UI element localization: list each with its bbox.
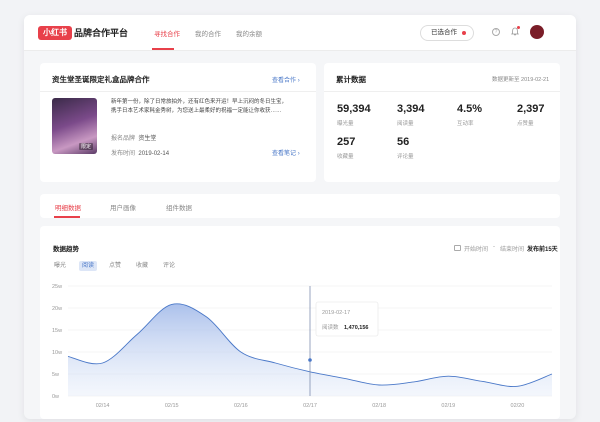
- y-tick-label: 20w: [52, 306, 62, 312]
- tab-component-data[interactable]: 组件数据: [166, 202, 192, 212]
- brand-meta: 报名品牌 资生堂: [111, 133, 156, 142]
- view-cooperation-label: 查看合作: [272, 78, 297, 84]
- publish-time-value: 2019-02-14: [138, 151, 170, 157]
- stats-title: 累计数据: [336, 75, 366, 84]
- trend-chart-card: 数据趋势 开始时间 - 结束时间 发布前15天 曝光 阅读 点赞 收藏 评论 0…: [40, 226, 560, 419]
- y-tick-label: 15w: [52, 328, 62, 334]
- selected-cooperation-button[interactable]: 已选合作: [420, 25, 474, 41]
- view-note-label: 查看笔记: [272, 151, 297, 157]
- y-tick-label: 25w: [52, 284, 62, 290]
- product-description: 新年第一份，除了日常旅拍外，还有红色来开运！早上沉闷的冬日生宝，携手日本艺术家耗…: [111, 99, 288, 114]
- view-cooperation-link[interactable]: 查看合作 ›: [272, 75, 300, 84]
- stat-label-likes: 点赞量: [517, 121, 534, 127]
- stat-value-favorites: 257: [337, 136, 356, 148]
- x-tick-label: 02/16: [234, 403, 248, 409]
- chevron-right-icon: ›: [297, 78, 300, 84]
- detail-tabs: 明细数据 用户画像 组件数据: [40, 194, 560, 218]
- stat-label-favorites: 收藏量: [337, 154, 354, 160]
- nav-my-balance[interactable]: 我的余额: [236, 28, 262, 38]
- y-tick-label: 10w: [52, 350, 62, 356]
- notification-dot: [462, 31, 466, 35]
- stat-value-comments: 56: [397, 136, 410, 148]
- publish-time-meta: 发布时间 2019-02-14: [111, 148, 169, 157]
- chevron-right-icon: ›: [297, 151, 300, 157]
- card-divider: [324, 91, 560, 92]
- brand-label: 报名品牌: [111, 136, 136, 142]
- tab-active-indicator: [54, 216, 80, 218]
- view-note-link[interactable]: 查看笔记 ›: [272, 148, 300, 157]
- help-icon[interactable]: ?: [492, 28, 500, 36]
- bell-badge: [517, 26, 520, 29]
- x-tick-label: 02/19: [441, 403, 455, 409]
- x-tick-label: 02/17: [303, 403, 317, 409]
- nav-find-cooperation[interactable]: 寻找合作: [154, 28, 180, 38]
- nav-active-indicator: [152, 48, 174, 50]
- product-title: 资生堂圣诞限定礼盒品牌合作: [52, 75, 150, 84]
- stats-updated: 数据更新至 2019-02-21: [492, 77, 550, 83]
- stat-value-interaction-rate: 4.5%: [457, 103, 483, 115]
- y-tick-label: 0w: [52, 394, 59, 400]
- stat-value-likes: 2,397: [517, 103, 545, 115]
- tab-user-profile[interactable]: 用户画像: [110, 202, 136, 212]
- y-tick-label: 5w: [52, 372, 59, 378]
- x-tick-label: 02/15: [165, 403, 179, 409]
- tooltip-date: 2019-02-17: [322, 310, 350, 316]
- brand-value: 资生堂: [138, 136, 157, 142]
- logo[interactable]: 小红书: [38, 26, 72, 40]
- tab-detail-data[interactable]: 明细数据: [55, 202, 81, 212]
- stat-label-impressions: 曝光量: [337, 121, 354, 127]
- card-divider: [40, 91, 316, 92]
- stat-label-comments: 评论量: [397, 154, 414, 160]
- product-image[interactable]: 限定: [52, 98, 97, 154]
- stat-value-reads: 3,394: [397, 103, 425, 115]
- stat-label-reads: 阅读量: [397, 121, 414, 127]
- top-navbar: 小红书 品牌合作平台 寻找合作 我的合作 我的余额 已选合作 ?: [24, 15, 576, 51]
- x-tick-label: 02/14: [96, 403, 110, 409]
- data-point: [308, 358, 312, 362]
- tooltip-label: 阅读数: [322, 323, 339, 331]
- tooltip-value: 1,470,156: [344, 325, 368, 331]
- product-card: 资生堂圣诞限定礼盒品牌合作 查看合作 › 限定 新年第一份，除了日常旅拍外，还有…: [40, 63, 316, 182]
- selected-cooperation-label: 已选合作: [431, 29, 457, 36]
- nav-my-cooperation[interactable]: 我的合作: [195, 28, 221, 38]
- x-tick-label: 02/20: [511, 403, 525, 409]
- stat-label-interaction-rate: 互动率: [457, 121, 474, 127]
- publish-time-label: 发布时间: [111, 151, 136, 157]
- product-image-tag: 限定: [79, 143, 94, 150]
- x-tick-label: 02/18: [372, 403, 386, 409]
- platform-title: 品牌合作平台: [74, 28, 129, 38]
- avatar[interactable]: [530, 25, 544, 39]
- trend-chart: 0w 5w 10w 15w 20w 25w 02/14 02/15 02/16 02/17 02/1…: [52, 284, 553, 409]
- cumulative-stats-card: 累计数据 数据更新至 2019-02-21 59,394 曝光量 3,394 阅…: [324, 63, 560, 182]
- stat-value-impressions: 59,394: [337, 103, 371, 115]
- app-window: 小红书 品牌合作平台 寻找合作 我的合作 我的余额 已选合作 ? 资生堂圣诞限定…: [24, 15, 576, 419]
